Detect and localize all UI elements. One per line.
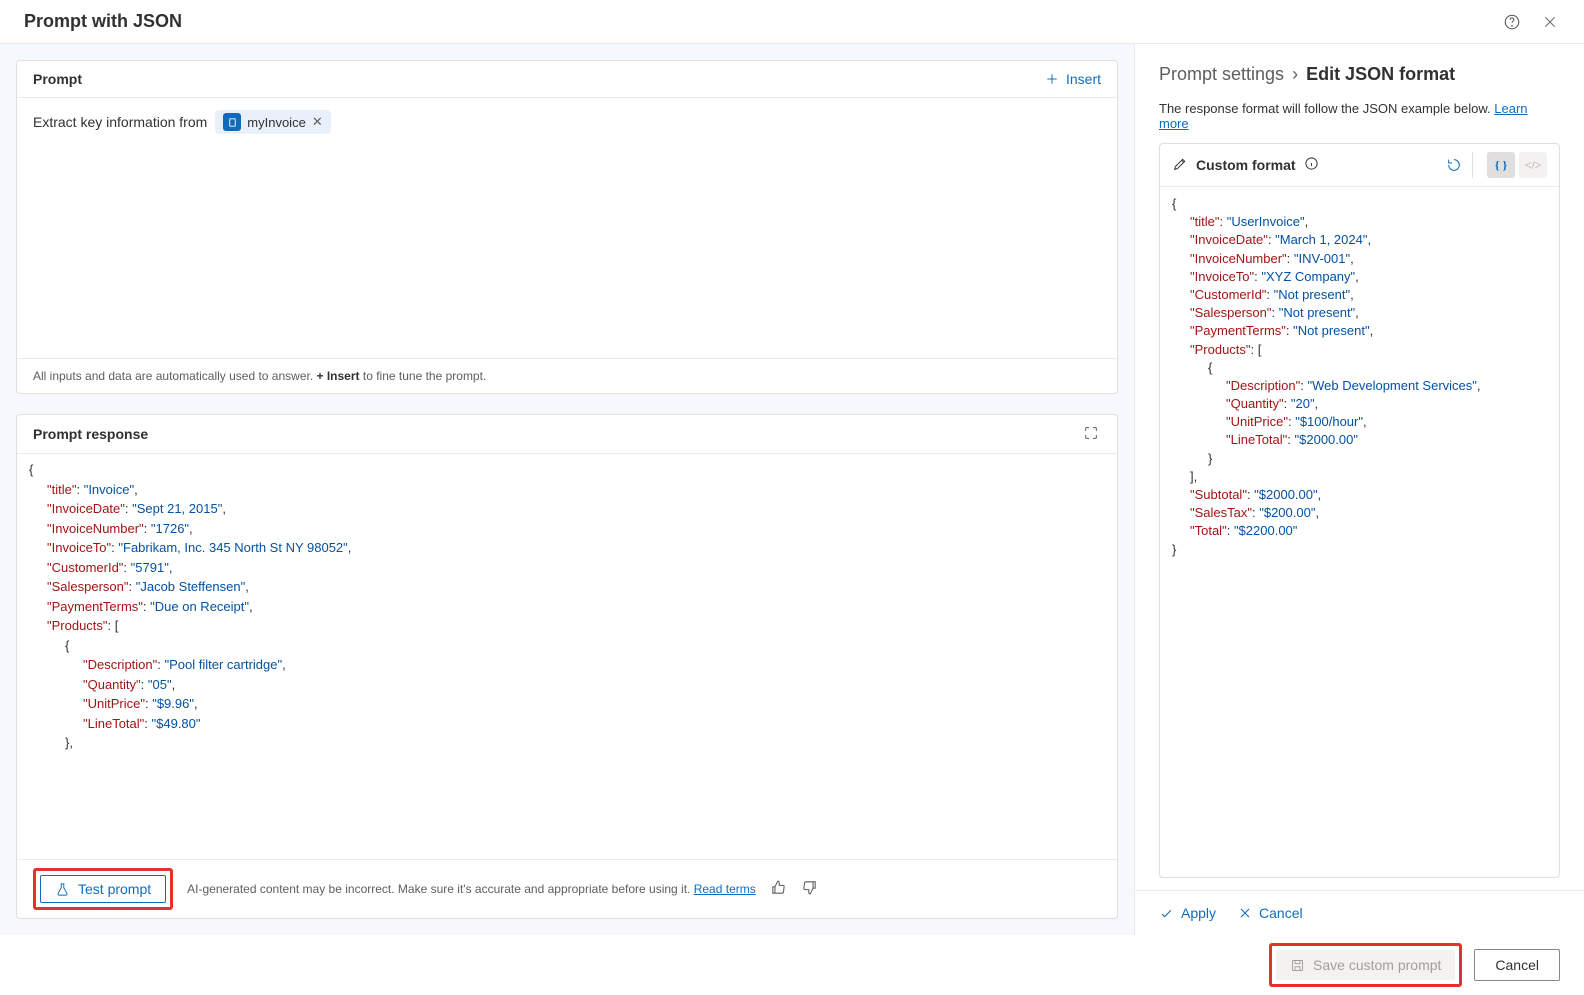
help-icon[interactable] — [1502, 12, 1522, 32]
thumbs-down-icon[interactable] — [801, 879, 818, 899]
dialog-header: Prompt with JSON — [0, 0, 1584, 44]
prompt-section-label: Prompt — [33, 71, 82, 87]
prompt-text: Extract key information from — [33, 114, 207, 130]
apply-button[interactable]: Apply — [1159, 905, 1216, 921]
dialog-footer: Save custom prompt Cancel — [0, 935, 1584, 995]
prompt-footer: All inputs and data are automatically us… — [17, 358, 1117, 393]
breadcrumb-parent[interactable]: Prompt settings — [1159, 64, 1284, 85]
edit-icon — [1172, 156, 1188, 175]
prompt-editor[interactable]: Extract key information from myInvoice ✕ — [17, 98, 1117, 358]
chip-remove-icon[interactable]: ✕ — [312, 114, 323, 130]
custom-format-label: Custom format — [1196, 157, 1296, 173]
test-prompt-label: Test prompt — [78, 881, 151, 897]
custom-format-editor[interactable]: {"title": "UserInvoice","InvoiceDate": "… — [1160, 187, 1559, 877]
chevron-right-icon: › — [1292, 64, 1298, 85]
code-view-toggle[interactable]: </> — [1519, 152, 1547, 178]
breadcrumb-current: Edit JSON format — [1306, 64, 1455, 85]
prompt-card: Prompt Insert Extract key information fr… — [16, 60, 1118, 394]
response-section-label: Prompt response — [33, 426, 148, 442]
test-prompt-button[interactable]: Test prompt — [40, 875, 166, 903]
json-view-toggle[interactable]: { } — [1487, 152, 1515, 178]
info-icon[interactable] — [1304, 156, 1319, 174]
cancel-button[interactable]: Cancel — [1474, 949, 1560, 981]
insert-label: Insert — [1066, 71, 1101, 87]
save-custom-prompt-button[interactable]: Save custom prompt — [1276, 950, 1455, 980]
insert-button[interactable]: Insert — [1044, 71, 1101, 87]
response-card: Prompt response {"title": "Invoice","Inv… — [16, 414, 1118, 919]
breadcrumb: Prompt settings › Edit JSON format — [1159, 64, 1560, 85]
settings-description: The response format will follow the JSON… — [1135, 97, 1584, 143]
save-label: Save custom prompt — [1313, 957, 1441, 973]
cancel-format-button[interactable]: Cancel — [1238, 905, 1303, 921]
page-title: Prompt with JSON — [24, 11, 182, 32]
thumbs-up-icon[interactable] — [770, 879, 787, 899]
input-chip[interactable]: myInvoice ✕ — [215, 110, 330, 134]
expand-icon[interactable] — [1083, 425, 1101, 443]
chip-label: myInvoice — [247, 115, 306, 130]
close-icon[interactable] — [1540, 12, 1560, 32]
read-terms-link[interactable]: Read terms — [694, 882, 756, 896]
response-disclaimer: AI-generated content may be incorrect. M… — [187, 882, 756, 896]
response-json: {"title": "Invoice","InvoiceDate": "Sept… — [17, 453, 1117, 859]
settings-panel: Prompt settings › Edit JSON format The r… — [1134, 44, 1584, 935]
document-icon — [223, 113, 241, 131]
reset-icon[interactable] — [1445, 152, 1473, 178]
custom-format-card: Custom format { } </> {"title": "UserInv… — [1159, 143, 1560, 878]
